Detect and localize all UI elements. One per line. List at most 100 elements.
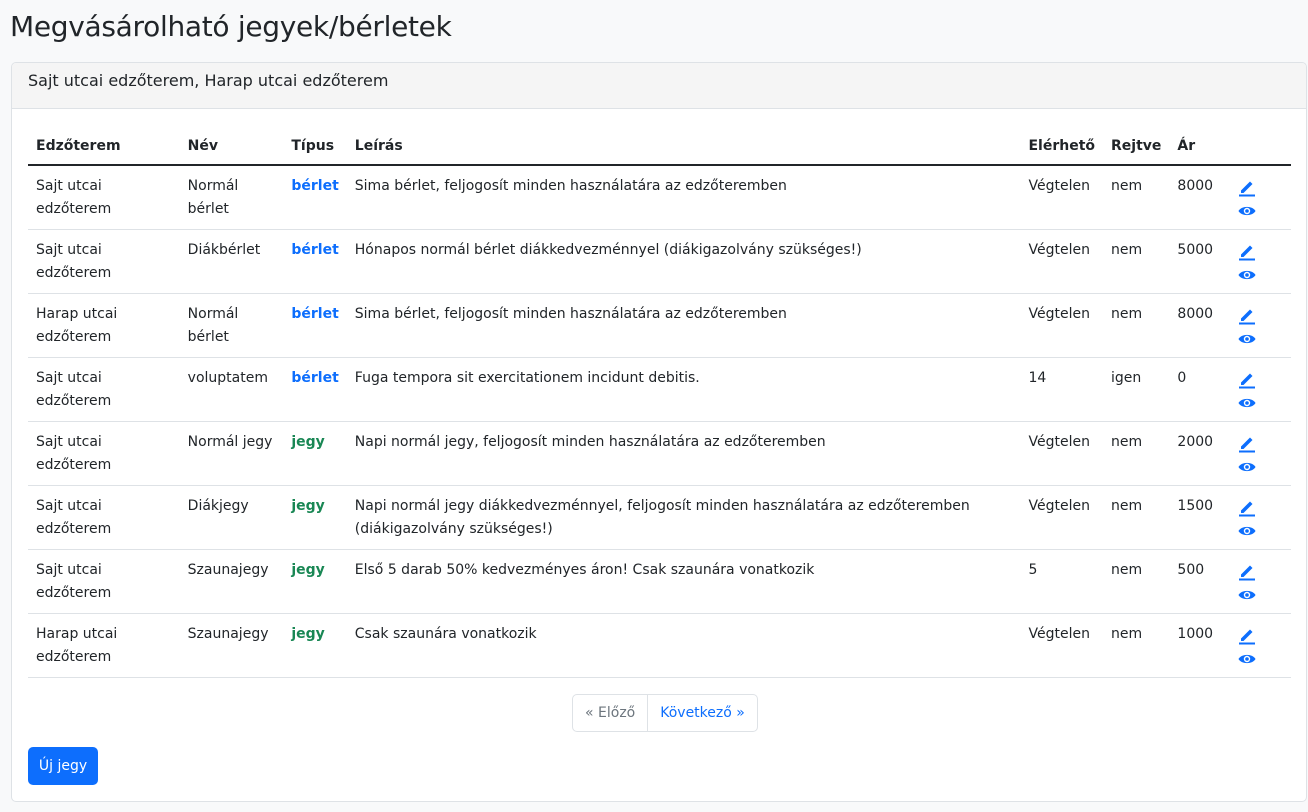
cell-actions [1227, 165, 1291, 230]
table-row: Sajt utcai edzőterem voluptatem bérlet Fuga… [28, 357, 1291, 422]
new-ticket-button[interactable]: Új jegy [28, 747, 98, 785]
column-header-gym: Edzőterem [28, 127, 180, 166]
cell-name: Normál bérlet [179, 293, 284, 358]
cell-actions [1227, 357, 1291, 422]
edit-icon[interactable] [1237, 369, 1257, 389]
cell-type: jegy [283, 613, 347, 678]
cell-type: bérlet [283, 165, 347, 230]
cell-name: Szaunajegy [179, 549, 284, 614]
cell-hidden: igen [1103, 357, 1170, 422]
cell-description: Hónapos normál bérlet diákkedvezménnyel … [346, 229, 1021, 294]
cell-gym: Sajt utcai edzőterem [28, 357, 180, 422]
cell-hidden: nem [1103, 485, 1170, 550]
cell-gym: Sajt utcai edzőterem [28, 485, 180, 550]
cell-gym: Sajt utcai edzőterem [28, 229, 180, 294]
cell-gym: Sajt utcai edzőterem [28, 549, 180, 614]
cell-type: bérlet [283, 357, 347, 422]
column-header-type: Típus [283, 127, 347, 166]
edit-icon[interactable] [1237, 433, 1257, 453]
cell-type: bérlet [283, 229, 347, 294]
cell-type: jegy [283, 421, 347, 486]
column-header-price: Ár [1169, 127, 1228, 166]
cell-type: jegy [283, 549, 347, 614]
cell-price: 8000 [1169, 293, 1228, 358]
table-row: Sajt utcai edzőterem Normál jegy jegy Napi … [28, 421, 1291, 486]
edit-icon[interactable] [1237, 241, 1257, 261]
edit-icon[interactable] [1237, 561, 1257, 581]
edit-icon[interactable] [1237, 305, 1257, 325]
cell-name: Szaunajegy [179, 613, 284, 678]
cell-available: Végtelen [1020, 485, 1104, 550]
cell-gym: Sajt utcai edzőterem [28, 165, 180, 230]
next-page-button[interactable]: Következő » [648, 695, 757, 731]
cell-price: 1500 [1169, 485, 1228, 550]
cell-name: Diákbérlet [179, 229, 284, 294]
cell-actions [1227, 229, 1291, 294]
cell-description: Napi normál jegy, feljogosít minden hasz… [346, 421, 1021, 486]
cell-actions [1227, 613, 1291, 678]
cell-actions [1227, 485, 1291, 550]
edit-icon[interactable] [1237, 625, 1257, 645]
cell-description: Sima bérlet, feljogosít minden használat… [346, 293, 1021, 358]
pagination: « Előző Következő » [572, 694, 758, 732]
cell-price: 500 [1169, 549, 1228, 614]
eye-icon[interactable] [1237, 521, 1257, 541]
previous-page-button[interactable]: « Előző [573, 695, 649, 731]
cell-name: voluptatem [179, 357, 284, 422]
column-header-description: Leírás [346, 127, 1021, 166]
cell-hidden: nem [1103, 613, 1170, 678]
cell-available: Végtelen [1020, 613, 1104, 678]
cell-description: Csak szaunára vonatkozik [346, 613, 1021, 678]
tickets-table: Edzőterem Név Típus Leírás Elérhető Rejt… [28, 127, 1291, 678]
cell-hidden: nem [1103, 293, 1170, 358]
edit-icon[interactable] [1237, 497, 1257, 517]
cell-name: Diákjegy [179, 485, 284, 550]
eye-icon[interactable] [1237, 585, 1257, 605]
column-header-actions [1227, 127, 1291, 166]
column-header-hidden: Rejtve [1103, 127, 1170, 166]
cell-price: 2000 [1169, 421, 1228, 486]
table-row: Sajt utcai edzőterem Normál bérlet bérlet S… [28, 165, 1291, 230]
cell-gym: Sajt utcai edzőterem [28, 421, 180, 486]
cell-available: Végtelen [1020, 229, 1104, 294]
table-row: Harap utcai edzőterem Normál bérlet bérlet… [28, 293, 1291, 358]
eye-icon[interactable] [1237, 265, 1257, 285]
column-header-available: Elérhető [1020, 127, 1104, 166]
cell-price: 1000 [1169, 613, 1228, 678]
eye-icon[interactable] [1237, 393, 1257, 413]
eye-icon[interactable] [1237, 649, 1257, 669]
cell-actions [1227, 421, 1291, 486]
cell-type: jegy [283, 485, 347, 550]
table-row: Sajt utcai edzőterem Diákbérlet bérlet Hóna… [28, 229, 1291, 294]
table-row: Harap utcai edzőterem Szaunajegy jegy Csak … [28, 613, 1291, 678]
cell-available: Végtelen [1020, 421, 1104, 486]
eye-icon[interactable] [1237, 201, 1257, 221]
cell-hidden: nem [1103, 549, 1170, 614]
eye-icon[interactable] [1237, 329, 1257, 349]
table-row: Sajt utcai edzőterem Szaunajegy jegy Első 5… [28, 549, 1291, 614]
cell-hidden: nem [1103, 229, 1170, 294]
cell-name: Normál jegy [179, 421, 284, 486]
cell-gym: Harap utcai edzőterem [28, 293, 180, 358]
cell-description: Sima bérlet, feljogosít minden használat… [346, 165, 1021, 230]
table-row: Sajt utcai edzőterem Diákjegy jegy Napi nor… [28, 485, 1291, 550]
cell-available: 5 [1020, 549, 1104, 614]
cell-gym: Harap utcai edzőterem [28, 613, 180, 678]
table-header-row: Edzőterem Név Típus Leírás Elérhető Rejt… [28, 127, 1291, 166]
cell-available: Végtelen [1020, 165, 1104, 230]
cell-available: 14 [1020, 357, 1104, 422]
cell-description: Első 5 darab 50% kedvezményes áron! Csak… [346, 549, 1021, 614]
cell-price: 5000 [1169, 229, 1228, 294]
eye-icon[interactable] [1237, 457, 1257, 477]
cell-hidden: nem [1103, 421, 1170, 486]
cell-description: Napi normál jegy diákkedvezménnyel, felj… [346, 485, 1021, 550]
cell-price: 0 [1169, 357, 1228, 422]
tickets-card: Sajt utcai edzőterem, Harap utcai edzőte… [11, 62, 1307, 802]
edit-icon[interactable] [1237, 177, 1257, 197]
cell-actions [1227, 549, 1291, 614]
cell-hidden: nem [1103, 165, 1170, 230]
cell-description: Fuga tempora sit exercitationem incidunt… [346, 357, 1021, 422]
column-header-name: Név [179, 127, 284, 166]
page-title: Megvásárolható jegyek/bérletek [10, 10, 452, 43]
cell-price: 8000 [1169, 165, 1228, 230]
